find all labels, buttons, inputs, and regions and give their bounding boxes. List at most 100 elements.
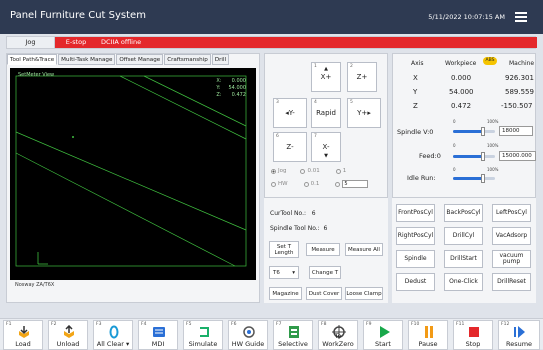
one-click-button[interactable]: One-Click (444, 273, 483, 291)
back-pos-cyl-button[interactable]: BackPosCyl (444, 204, 483, 222)
magazine-button[interactable]: Magazine (269, 287, 302, 300)
loose-clamp-button[interactable]: Loose Clamp (345, 287, 383, 300)
set-tool-length-button[interactable]: Set T Length (269, 241, 299, 258)
f2-unload-button[interactable]: F2 Unload (48, 320, 88, 350)
radio-step-001[interactable]: 0.01 (300, 168, 320, 174)
axis-z-label: Z (413, 102, 418, 110)
alarm-message: DCIIA offline (97, 37, 537, 48)
axis-x-label: X (413, 74, 418, 82)
spindle-button[interactable]: Spindle (396, 250, 435, 268)
machine-y-value: 589.559 (505, 88, 534, 96)
f12-resume-button[interactable]: F12 Resume (498, 320, 540, 350)
dust-cover-button[interactable]: Dust Cover (306, 287, 342, 300)
chevron-down-icon: ▾ (292, 269, 295, 276)
jog-z-plus-button[interactable]: 2 Z+ (347, 62, 377, 92)
title-bar: Panel Furniture Cut System 5/11/2022 10:… (0, 0, 543, 34)
jog-y-plus-button[interactable]: 5 Y+ ▸ (347, 98, 381, 128)
drill-cyl-button[interactable]: DrillCyl (444, 227, 483, 245)
vacuum-pump-button[interactable]: vacuum pump (492, 250, 531, 268)
left-pos-cyl-button[interactable]: LeftPosCyl (492, 204, 531, 222)
radio-step-1[interactable]: 1 (335, 168, 346, 174)
spindle-speed-label: Spindle V:0 (397, 128, 434, 136)
jog-x-minus-button[interactable]: 7 X- ▼ (311, 132, 341, 162)
radio-hw[interactable]: HW (271, 180, 288, 188)
radio-jog[interactable]: Jog (271, 168, 286, 174)
viewport-status: Nosway ZA/T6X (15, 282, 55, 288)
mode-jog-tab[interactable]: Jog (7, 37, 55, 48)
spindle-slider-handle[interactable] (481, 127, 486, 136)
change-tool-button[interactable]: Change T (309, 266, 341, 279)
jog-z-minus-button[interactable]: 6 Z- (273, 132, 307, 162)
function-key-bar: F1 Load F2 Unload F3 All Clear ▾ F4 MDI … (0, 318, 543, 350)
step-input[interactable]: 5 (342, 180, 369, 188)
machine-z-value: -150.507 (501, 102, 533, 110)
resume-icon (514, 326, 525, 338)
idle-run-slider[interactable] (453, 174, 495, 183)
feed-input[interactable]: 15000.000 (499, 151, 536, 161)
feed-tick-min: 0 (453, 143, 456, 148)
abs-badge[interactable]: ABS (483, 57, 497, 65)
feed-tick-max: 100% (487, 143, 499, 148)
f5-simulate-button[interactable]: F5 Simulate (183, 320, 223, 350)
tab-drill[interactable]: Drill (211, 54, 230, 65)
play-icon (380, 326, 390, 338)
front-pos-cyl-button[interactable]: FrontPosCyl (396, 204, 435, 222)
tool-select-dropdown[interactable]: T6 ▾ (269, 266, 299, 279)
f9-start-button[interactable]: F9 Start (363, 320, 403, 350)
drill-reset-button[interactable]: DrillReset (492, 273, 531, 291)
tab-offset[interactable]: Offset Manage (116, 54, 164, 65)
measure-button[interactable]: Measure (306, 243, 340, 256)
spindle-tick-max: 100% (487, 119, 499, 124)
idle-slider-fill (453, 177, 484, 180)
feed-slider-fill (453, 155, 484, 158)
right-pos-cyl-button[interactable]: RightPosCyl (396, 227, 435, 245)
feed-slider[interactable] (453, 152, 495, 161)
work-y-value: 54.000 (449, 88, 474, 96)
f8-to-workzero-button[interactable]: F8 To WorkZero (318, 320, 358, 350)
hw-guide-icon (243, 326, 255, 338)
spindle-speed-slider[interactable] (453, 127, 495, 136)
tab-toolpath[interactable]: Tool Path&Trace (7, 54, 58, 65)
toolpath-line (15, 131, 247, 231)
radio-step-01[interactable]: 0.1 (303, 180, 319, 188)
jog-y-minus-button[interactable]: 3 ◂ Y- (273, 98, 307, 128)
datetime: 5/11/2022 10:07:15 AM (428, 13, 505, 21)
toolpath-viewport[interactable]: SetMeter View X: 0.000 Y: 54.000 Z: 0.472 (10, 68, 256, 280)
radio-step-custom[interactable]: 5 (335, 180, 369, 188)
idle-tick-max: 100% (487, 167, 499, 172)
jog-mode-row-2: HW 0.1 5 (271, 180, 369, 188)
viewport-title: SetMeter View (18, 72, 55, 78)
vac-adsorp-button[interactable]: VacAdsorp (492, 227, 531, 245)
f1-load-button[interactable]: F1 Load (3, 320, 43, 350)
estop-indicator[interactable]: E-stop (55, 37, 97, 48)
spindle-tool-line: Spindle Tool No.: 6 (270, 225, 328, 232)
f10-pause-button[interactable]: F10 Pause (408, 320, 448, 350)
drill-start-button[interactable]: DrillStart (444, 250, 483, 268)
app-title: Panel Furniture Cut System (10, 10, 146, 21)
f6-hw-guide-button[interactable]: F6 HW Guide (228, 320, 268, 350)
dedust-button[interactable]: Dedust (396, 273, 435, 291)
tab-craftsmanship[interactable]: Craftsmanship (164, 54, 211, 65)
workpiece-header: Workpiece (445, 60, 477, 67)
measure-all-button[interactable]: Measure All (345, 243, 383, 256)
tab-multitask[interactable]: Multi-Task Manage (58, 54, 116, 65)
jog-mode-row: Jog 0.01 1 (271, 168, 346, 174)
hamburger-menu-icon[interactable] (515, 12, 527, 22)
spindle-speed-input[interactable]: 18000 (499, 126, 533, 136)
f11-stop-button[interactable]: F11 Stop (453, 320, 493, 350)
work-z-value: 0.472 (451, 102, 472, 110)
arrow-up-icon: ▲ (324, 66, 328, 72)
jog-x-plus-button[interactable]: 1 ▲ X+ (311, 62, 341, 92)
zero-icon (109, 325, 119, 339)
idle-tick-min: 0 (453, 167, 456, 172)
f4-mdi-button[interactable]: F4 MDI (138, 320, 178, 350)
feed-slider-handle[interactable] (481, 152, 486, 161)
axis-y-label: Y (413, 88, 418, 96)
idle-slider-handle[interactable] (481, 174, 486, 183)
f7-selective-button[interactable]: F7 Selective (273, 320, 313, 350)
idle-run-label: Idle Run: (407, 174, 436, 182)
f3-all-clear-button[interactable]: F3 All Clear ▾ (93, 320, 133, 350)
unload-icon (64, 325, 74, 338)
machine-header: Machine (509, 60, 535, 67)
rapid-button[interactable]: 4 Rapid (311, 98, 341, 128)
